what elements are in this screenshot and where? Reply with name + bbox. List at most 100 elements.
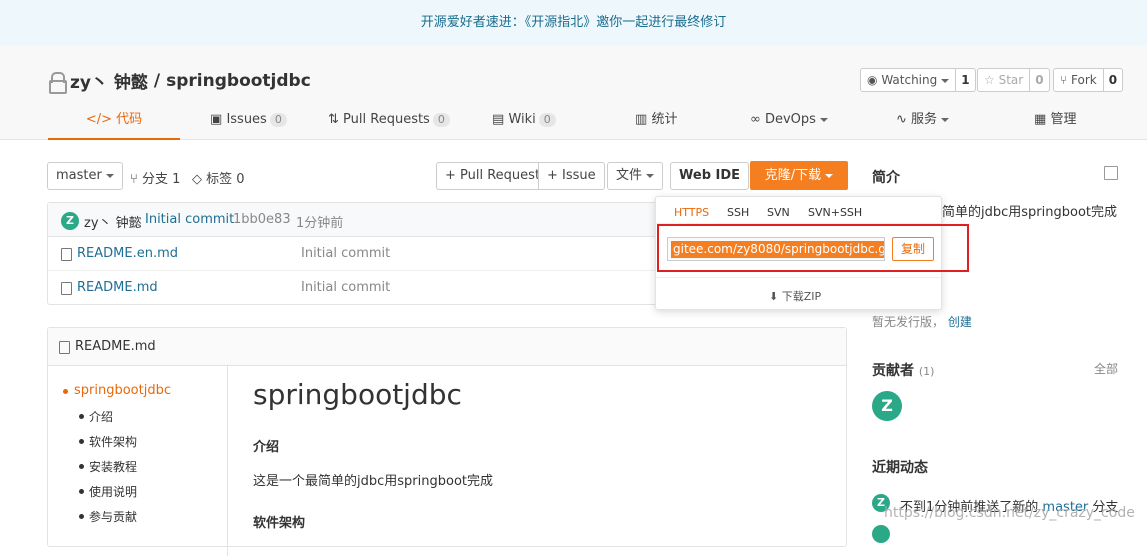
tab-label: 服务	[911, 112, 938, 127]
repo-name[interactable]: springbootjdbc	[166, 71, 311, 91]
file-name[interactable]: README.md	[77, 280, 158, 295]
watch-group: ◉ Watching 1	[860, 68, 976, 92]
file-icon	[61, 248, 72, 261]
code-icon: </>	[85, 112, 112, 127]
toc-bullet	[79, 489, 84, 494]
tags-link[interactable]: ◇ 标签 0	[192, 168, 245, 187]
tab-badge: 0	[269, 113, 287, 127]
fork-count[interactable]: 0	[1103, 68, 1124, 92]
edit-icon[interactable]	[1104, 166, 1118, 180]
watch-button[interactable]: ◉ Watching	[860, 68, 957, 92]
sidebar-intro-text: 简单的jdbc用springboot完成	[942, 205, 1117, 220]
toc-item[interactable]: 软件架构	[89, 433, 137, 450]
branches-link[interactable]: ⑂ 分支 1	[130, 168, 180, 187]
download-zip-link[interactable]: ⬇ 下载ZIP	[769, 288, 821, 304]
tag-icon: ◇	[192, 172, 202, 187]
toc-item[interactable]: 介绍	[89, 408, 113, 425]
tab-manage[interactable]: ▦ 管理	[1034, 108, 1076, 140]
intro-text: 这是一个最简单的jdbc用springboot完成	[253, 474, 493, 489]
readme-toc: springbootjdbc 介绍 软件架构 安装教程 使用说明 参与贡献	[48, 366, 228, 556]
pull-request-icon: ⇅	[328, 112, 339, 127]
star-label: Star	[998, 73, 1024, 87]
protocol-tab-ssh[interactable]: SSH	[727, 206, 749, 219]
chevron-down-icon	[825, 173, 834, 178]
web-ide-button[interactable]: Web IDE	[670, 162, 750, 190]
activity-avatar[interactable]	[872, 525, 890, 543]
star-icon: ☆	[984, 73, 995, 87]
commit-author[interactable]: zy丶 钟懿	[84, 212, 142, 231]
protocol-tab-https[interactable]: HTTPS	[674, 206, 709, 219]
repo-separator: /	[153, 70, 161, 91]
manage-icon: ▦	[1034, 112, 1047, 127]
tab-issues[interactable]: ▣ Issues 0	[210, 108, 287, 140]
chevron-down-icon	[941, 78, 950, 83]
file-label: 文件	[616, 168, 643, 183]
announcement-banner[interactable]: 开源爱好者速进：《开源指北》邀你一起进行最终修订	[0, 0, 1147, 46]
eye-icon: ◉	[867, 73, 878, 87]
readme-icon	[59, 341, 70, 354]
tab-badge: 0	[432, 113, 450, 127]
branch-icon: ⑂	[130, 172, 138, 187]
star-button[interactable]: ☆ Star	[977, 68, 1031, 92]
new-pull-request-button[interactable]: + Pull Request	[436, 162, 550, 190]
toc-bullet	[63, 389, 68, 394]
branch-select[interactable]: master	[47, 162, 123, 190]
sidebar-intro-heading: 简介	[872, 170, 900, 186]
tab-label: 代码	[116, 112, 143, 127]
star-count[interactable]: 0	[1030, 68, 1050, 92]
tab-stats[interactable]: ▥ 统计	[635, 108, 677, 140]
file-commit[interactable]: Initial commit	[301, 280, 390, 295]
file-commit[interactable]: Initial commit	[301, 246, 390, 261]
contributor-avatar[interactable]: Z	[872, 391, 902, 421]
releases-text: 暂无发行版，	[872, 315, 945, 329]
releases-info: 暂无发行版， 创建	[872, 313, 972, 330]
fork-label: Fork	[1071, 73, 1097, 87]
fork-button[interactable]: ⑂ Fork	[1053, 68, 1104, 92]
protocol-tab-svn-ssh[interactable]: SVN+SSH	[808, 206, 862, 219]
star-group: ☆ Star 0	[977, 68, 1050, 92]
banner-text: 开源爱好者速进：《开源指北》邀你一起进行最终修订	[420, 15, 727, 30]
tab-code[interactable]: </> 代码	[48, 108, 180, 140]
file-name[interactable]: README.en.md	[77, 246, 178, 261]
toc-bullet	[79, 439, 84, 444]
commit-hash[interactable]: 1bb0e83	[233, 212, 291, 227]
contributors-count: (1)	[918, 365, 935, 378]
highlight-box	[657, 224, 969, 272]
tab-badge: 0	[538, 113, 556, 127]
avatar[interactable]: Z	[61, 212, 79, 230]
service-icon: ∿	[896, 112, 907, 127]
watch-count[interactable]: 1	[956, 68, 976, 92]
arch-heading: 软件架构	[253, 516, 306, 531]
tab-devops[interactable]: ∞ DevOps	[750, 108, 828, 140]
watermark: https://blog.csdn.net/zy_crazy_code	[884, 505, 1135, 521]
readme-title: springbootjdbc	[253, 378, 462, 411]
contributors-label: 贡献者	[872, 363, 914, 379]
clone-download-button[interactable]: 克隆/下载	[750, 161, 848, 190]
tab-wiki[interactable]: ▤ Wiki 0	[492, 108, 556, 140]
tab-pull-requests[interactable]: ⇅ Pull Requests 0	[328, 108, 450, 140]
chevron-down-icon	[819, 117, 828, 122]
tab-service[interactable]: ∿ 服务	[896, 108, 950, 140]
toc-bullet	[79, 514, 84, 519]
toc-item[interactable]: 使用说明	[89, 483, 137, 500]
fork-icon: ⑂	[1060, 73, 1068, 87]
devops-icon: ∞	[750, 112, 761, 127]
chevron-down-icon	[941, 117, 950, 122]
new-issue-button[interactable]: + Issue	[538, 162, 605, 190]
file-menu-button[interactable]: 文件	[607, 162, 664, 190]
protocol-tab-svn[interactable]: SVN	[767, 206, 790, 219]
create-release-link[interactable]: 创建	[948, 315, 972, 329]
toc-bullet	[79, 464, 84, 469]
chevron-down-icon	[105, 173, 114, 178]
repo-header: zy丶 钟懿 / springbootjdbc ◉ Watching 1 ☆ S…	[0, 46, 1147, 140]
commit-time: 1分钟前	[296, 216, 344, 231]
contributors-all-link[interactable]: 全部	[1094, 360, 1118, 377]
toc-item[interactable]: springbootjdbc	[74, 383, 171, 398]
toc-item[interactable]: 安装教程	[89, 458, 137, 475]
tab-label: Pull Requests	[343, 112, 430, 127]
commit-message[interactable]: Initial commit	[145, 212, 234, 227]
toc-item[interactable]: 参与贡献	[89, 508, 137, 525]
download-label: 下载ZIP	[781, 290, 822, 303]
repo-owner[interactable]: zy丶 钟懿	[70, 68, 148, 93]
toc-bullet	[79, 414, 84, 419]
